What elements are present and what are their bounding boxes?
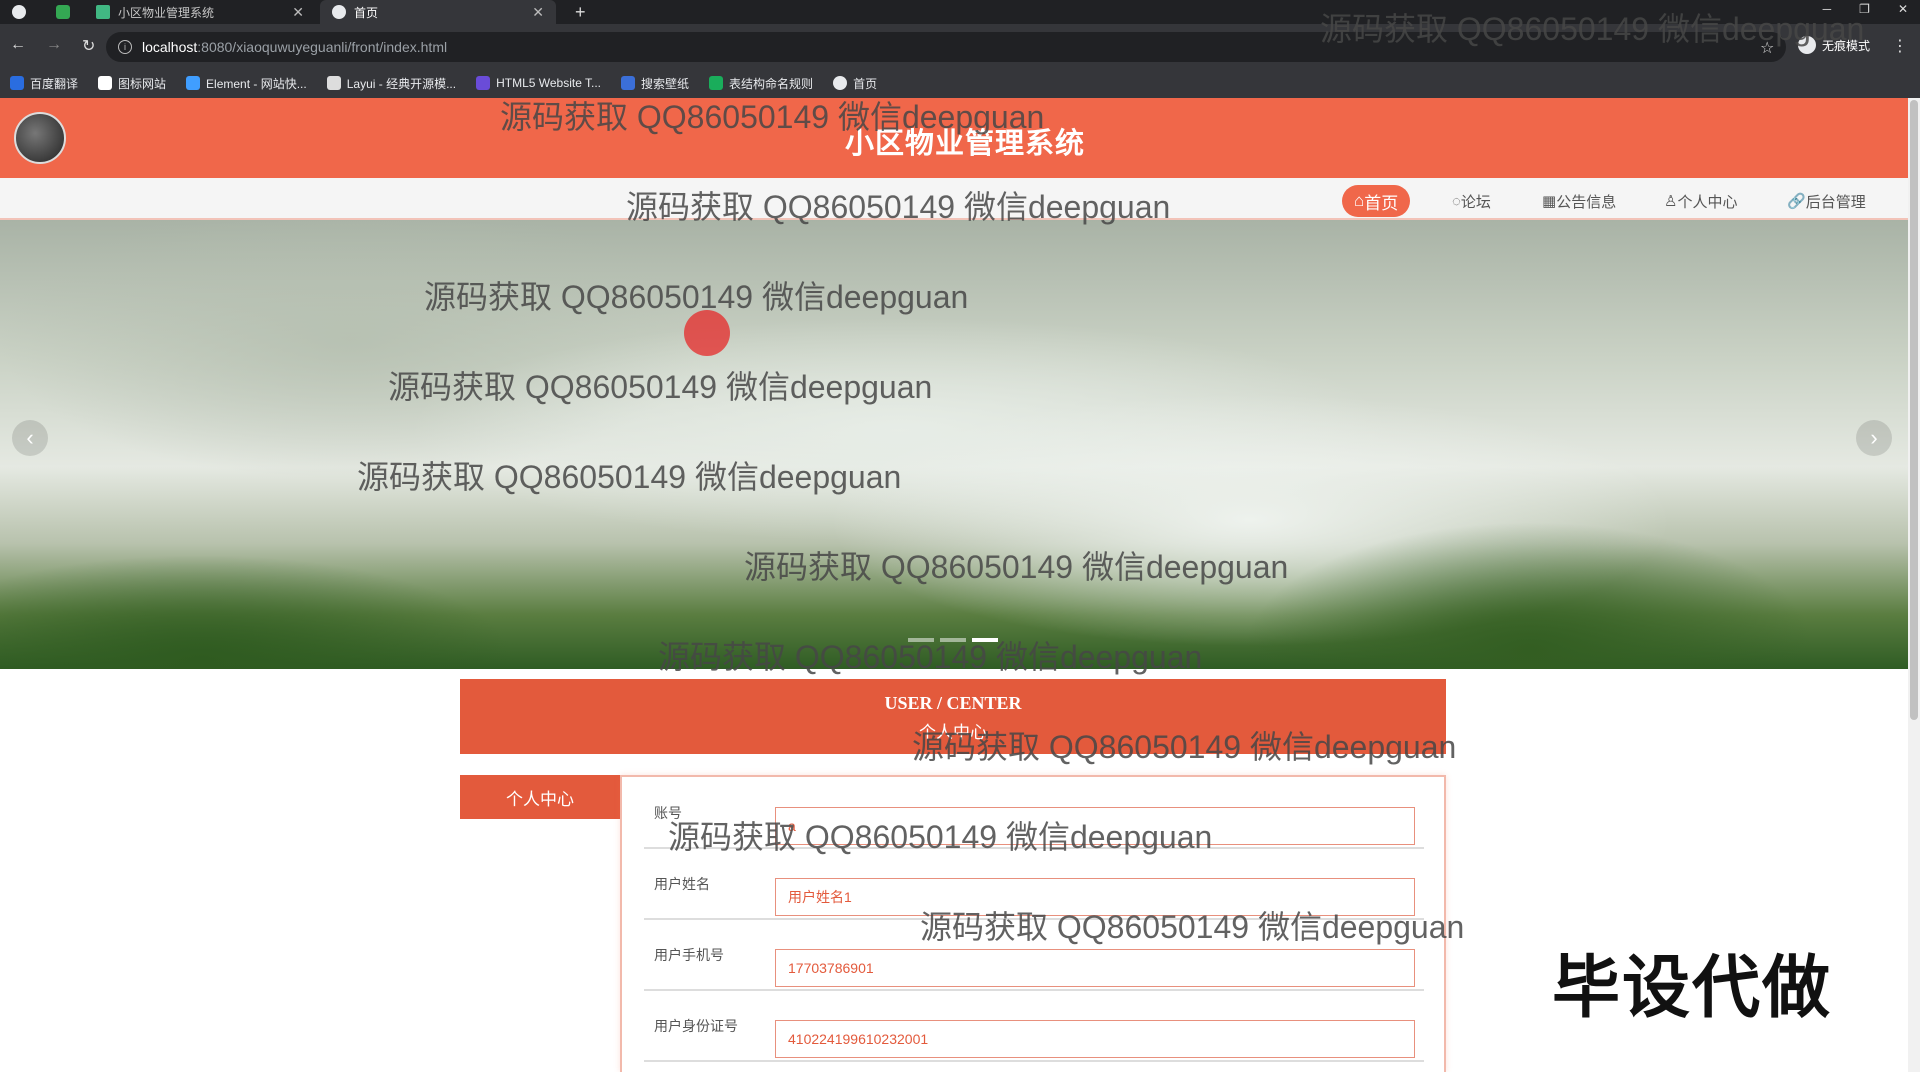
reload-icon[interactable]: ↻: [82, 36, 95, 56]
field-label: 用户手机号: [654, 947, 724, 963]
bookmark-item[interactable]: 百度翻译: [10, 75, 78, 92]
layui-icon: [326, 76, 341, 90]
watermark: 源码获取 QQ86050149 微信deepguan: [920, 909, 1465, 945]
bookmark-label: 表结构命名规则: [729, 76, 814, 91]
nav-label: 个人中心: [1677, 193, 1738, 211]
bookmark-item[interactable]: 首页: [833, 75, 877, 92]
nav-label: 首页: [1364, 193, 1399, 213]
watermark: 源码获取 QQ86050149 微信deepguan: [668, 819, 1213, 855]
watermark: 源码获取 QQ86050149 微信deepguan: [744, 549, 1289, 585]
pinned-tab[interactable]: [44, 0, 82, 24]
bookmark-item[interactable]: Layui - 经典开源模...: [326, 75, 457, 92]
bookmark-label: 首页: [853, 76, 878, 91]
bookmark-label: 搜索壁纸: [641, 76, 690, 91]
html5-icon: [476, 76, 491, 90]
watermark: 源码获取 QQ86050149 微信deepguan: [1320, 11, 1865, 47]
watermark: 源码获取 QQ86050149 微信deepguan: [424, 279, 969, 315]
bookmark-label: 百度翻译: [30, 76, 79, 91]
close-icon[interactable]: ✕: [292, 4, 304, 21]
bookmark-label: HTML5 Website T...: [496, 76, 602, 90]
nav-label: 公告信息: [1556, 193, 1617, 211]
close-icon[interactable]: ✕: [532, 4, 544, 21]
bookmark-label: 图标网站: [118, 76, 167, 91]
nav-notice[interactable]: ▦ 公告信息: [1530, 185, 1628, 217]
scrollbar-thumb[interactable]: [1910, 100, 1918, 720]
field-label: 用户身份证号: [654, 1018, 738, 1034]
watermark: 源码获取 QQ86050149 微信deepguan: [912, 729, 1457, 765]
nav-admin[interactable]: 🔗 后台管理: [1775, 185, 1878, 217]
flag-icon: [98, 76, 113, 90]
nav-label: 后台管理: [1805, 193, 1866, 211]
bookmark-label: Element - 网站快...: [206, 76, 307, 91]
nav-buttons: ← → ↻: [10, 36, 95, 56]
tab-label: 首页: [354, 5, 379, 20]
bookmark-label: Layui - 经典开源模...: [346, 76, 457, 91]
bookmark-item[interactable]: 表结构命名规则: [709, 75, 813, 92]
watermark: 源码获取 QQ86050149 微信deepguan: [357, 459, 902, 495]
back-icon[interactable]: ←: [10, 36, 26, 56]
section-title-en: USER / CENTER: [884, 693, 1022, 713]
new-tab-button[interactable]: +: [575, 2, 586, 23]
globe-icon: [332, 5, 346, 19]
element-icon: [186, 76, 201, 90]
vue-icon: [96, 5, 110, 19]
url-host: localhost: [142, 39, 198, 55]
nav-home[interactable]: ⌂ 首页: [1342, 185, 1411, 217]
watermark: 源码获取 QQ86050149 微信deepguan: [500, 99, 1045, 135]
more-menu-icon[interactable]: ⋮: [1892, 36, 1908, 56]
field-label: 用户姓名: [654, 876, 710, 892]
wallpaper-icon: [621, 76, 636, 90]
sheet-icon: [709, 76, 724, 90]
form-row-idcard: 用户身份证号 410224199610232001: [644, 990, 1424, 1062]
carousel-prev-icon[interactable]: ‹: [12, 420, 48, 456]
tab-label: 小区物业管理系统: [118, 5, 215, 20]
chat-icon: ◌: [1452, 192, 1461, 210]
home-icon: ⌂: [1354, 191, 1365, 210]
idcard-field[interactable]: 410224199610232001: [775, 1020, 1415, 1058]
globe-icon: [833, 76, 848, 90]
info-icon[interactable]: i: [118, 40, 132, 54]
bookmark-item[interactable]: HTML5 Website T...: [476, 76, 601, 90]
bookmark-item[interactable]: Element - 网站快...: [186, 75, 307, 92]
window-close-icon[interactable]: ✕: [1898, 2, 1908, 16]
banner-forest: [1200, 450, 1908, 669]
tab-home[interactable]: 首页 ✕: [320, 0, 556, 24]
nav-user-center[interactable]: ♙ 个人中心: [1652, 185, 1749, 217]
nav-forum[interactable]: ◌ 论坛: [1440, 185, 1503, 217]
phone-field[interactable]: 17703786901: [775, 949, 1415, 987]
watermark: 源码获取 QQ86050149 微信deepguan: [626, 189, 1171, 225]
translate-icon: [10, 76, 24, 90]
forward-icon[interactable]: →: [46, 36, 62, 56]
bookmark-item[interactable]: 搜索壁纸: [621, 75, 689, 92]
carousel-next-icon[interactable]: ›: [1856, 420, 1892, 456]
bookmark-item[interactable]: 图标网站: [98, 75, 166, 92]
side-tab-user-center[interactable]: 个人中心: [460, 775, 620, 819]
notice-icon: ▦: [1542, 193, 1557, 210]
watermark: 源码获取 QQ86050149 微信deepguan: [388, 369, 933, 405]
page-scrollbar[interactable]: [1908, 98, 1920, 1072]
watermark: 源码获取 QQ86050149 微信deepguan: [658, 639, 1203, 675]
tab-admin[interactable]: 小区物业管理系统 ✕: [84, 0, 316, 24]
chrome-menu-icon[interactable]: [0, 0, 44, 24]
nav-label: 论坛: [1460, 193, 1491, 211]
promo-text: 毕设代做: [1552, 950, 1833, 1026]
url-path: :8080/xiaoquwuyeguanli/front/index.html: [197, 39, 448, 55]
user-icon: ♙: [1664, 193, 1678, 210]
link-icon: 🔗: [1787, 193, 1806, 210]
